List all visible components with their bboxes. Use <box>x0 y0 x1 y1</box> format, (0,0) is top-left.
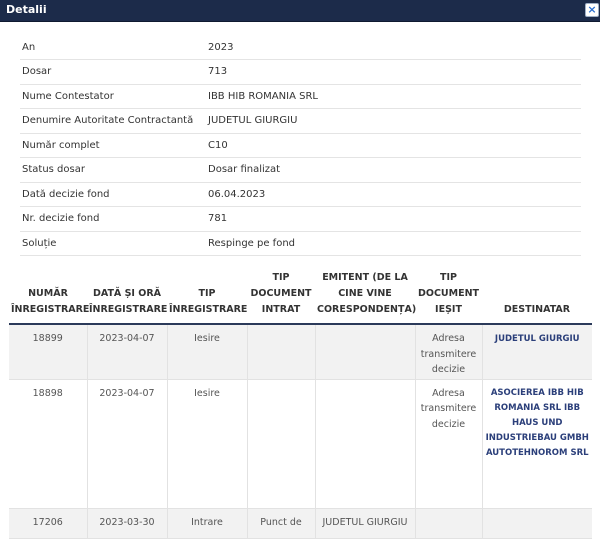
column-header-numar[interactable]: NUMĂR ÎNREGISTRARE <box>9 266 89 325</box>
cell-data: 2023-04-07 <box>87 379 168 509</box>
cell-doc-iesit: Adresa transmitere decizie <box>415 324 483 380</box>
cell-destinatar: ASOCIEREA IBB HIB ROMANIA SRL IBB HAUS U… <box>482 379 592 509</box>
cell-numar: 18899 <box>9 324 88 380</box>
dialog-titlebar: Detalii × <box>0 0 600 22</box>
detail-label: Dată decizie fond <box>20 182 203 207</box>
detail-value: C10 <box>203 133 581 158</box>
detail-value: 2023 <box>203 35 581 60</box>
dialog-title: Detalii <box>6 3 47 16</box>
cell-numar: 17206 <box>9 508 88 539</box>
detail-row-solutie: Soluție Respinge pe fond <box>20 231 581 256</box>
detail-row-nr-decizie: Nr. decizie fond 781 <box>20 206 581 232</box>
detail-value: IBB HIB ROMANIA SRL <box>203 84 581 109</box>
destinatar-link[interactable]: ASOCIEREA IBB HIB ROMANIA SRL IBB HAUS U… <box>485 386 591 461</box>
cell-data: 2023-04-07 <box>87 324 168 380</box>
cell-destinatar <box>482 508 592 539</box>
detail-label: Nume Contestator <box>20 84 203 109</box>
detail-label: Denumire Autoritate Contractantă <box>20 108 203 134</box>
cell-tip: Intrare <box>167 508 248 539</box>
cell-emitent <box>315 379 416 509</box>
detail-value: 713 <box>203 59 581 85</box>
cell-data: 2023-03-30 <box>87 508 168 539</box>
detail-label: Soluție <box>20 231 203 256</box>
table-row: 18899 2023-04-07 Iesire Adresa transmite… <box>9 324 592 380</box>
registrations-table: NUMĂR ÎNREGISTRARE DATĂ ȘI ORĂ ÎNREGISTR… <box>9 266 592 539</box>
cell-emitent <box>315 324 416 380</box>
cell-doc-iesit: Adresa transmitere decizie <box>415 379 483 509</box>
column-header-doc-intrat[interactable]: TIP DOCUMENT INTRAT <box>247 266 315 325</box>
detail-row-contestator: Nume Contestator IBB HIB ROMANIA SRL <box>20 84 581 109</box>
table-row: 17206 2023-03-30 Intrare Punct de JUDETU… <box>9 508 592 539</box>
detail-value: Respinge pe fond <box>203 231 581 256</box>
cell-doc-intrat <box>247 379 316 509</box>
table-row: 18898 2023-04-07 Iesire Adresa transmite… <box>9 379 592 509</box>
detail-row-dosar: Dosar 713 <box>20 59 581 85</box>
detail-row-an: An 2023 <box>20 35 581 60</box>
column-header-tip[interactable]: TIP ÎNREGISTRARE <box>167 266 247 325</box>
detail-label: Status dosar <box>20 157 203 183</box>
cell-tip: Iesire <box>167 324 248 380</box>
table-header-row: NUMĂR ÎNREGISTRARE DATĂ ȘI ORĂ ÎNREGISTR… <box>9 266 592 325</box>
detail-label: Nr. decizie fond <box>20 206 203 232</box>
detail-label: Număr complet <box>20 133 203 158</box>
cell-emitent: JUDETUL GIURGIU <box>315 508 416 539</box>
destinatar-link[interactable]: JUDETUL GIURGIU <box>495 332 580 347</box>
column-header-doc-iesit[interactable]: TIP DOCUMENT IEȘIT <box>415 266 482 325</box>
detail-value: 781 <box>203 206 581 232</box>
detail-value: JUDETUL GIURGIU <box>203 108 581 134</box>
detail-value: 06.04.2023 <box>203 182 581 207</box>
cell-doc-iesit <box>415 508 483 539</box>
detail-row-status: Status dosar Dosar finalizat <box>20 157 581 183</box>
column-header-data[interactable]: DATĂ ȘI ORĂ ÎNREGISTRARE <box>87 266 167 325</box>
detail-row-autoritate: Denumire Autoritate Contractantă JUDETUL… <box>20 108 581 134</box>
column-header-emitent[interactable]: EMITENT (DE LA CINE VINE CORESPONDENȚA) <box>315 266 416 325</box>
close-icon[interactable]: × <box>585 3 599 17</box>
detail-label: An <box>20 35 203 60</box>
detail-row-data-decizie: Dată decizie fond 06.04.2023 <box>20 182 581 207</box>
column-header-destinatar[interactable]: DESTINATAR <box>482 266 592 325</box>
detail-label: Dosar <box>20 59 203 85</box>
cell-doc-intrat <box>247 324 316 380</box>
cell-numar: 18898 <box>9 379 88 509</box>
detail-value: Dosar finalizat <box>203 157 581 183</box>
cell-destinatar: JUDETUL GIURGIU <box>482 324 592 380</box>
cell-tip: Iesire <box>167 379 248 509</box>
cell-doc-intrat: Punct de <box>247 508 316 539</box>
details-table: An 2023 Dosar 713 Nume Contestator IBB H… <box>20 35 581 256</box>
detail-row-numar-complet: Număr complet C10 <box>20 133 581 158</box>
